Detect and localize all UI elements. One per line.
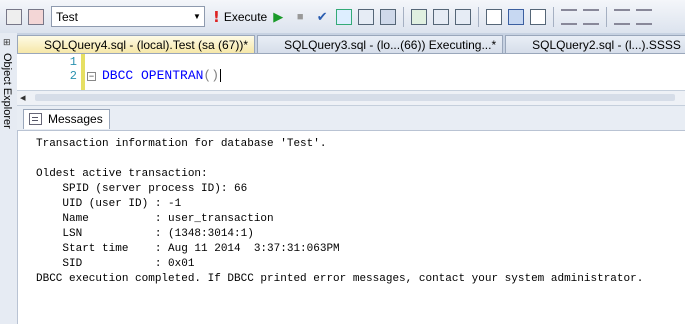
- messages-icon: [29, 113, 42, 125]
- editor-horizontal-scrollbar[interactable]: ◂: [17, 90, 685, 106]
- debug-icon[interactable]: ▶: [270, 9, 286, 25]
- message-line: SID : 0x01: [36, 258, 195, 270]
- message-line: DBCC execution completed. If DBCC printe…: [36, 273, 644, 285]
- tab-sqlquery4[interactable]: SQLQuery4.sql - (local).Test (sa (67))*: [17, 35, 256, 53]
- code-line[interactable]: DBCC OPENTRAN(): [102, 68, 222, 83]
- increase-indent-icon[interactable]: [636, 8, 653, 25]
- message-line: UID (user ID) : -1: [36, 198, 182, 210]
- change-tracking-bar: [81, 54, 85, 90]
- database-selected-value: Test: [56, 9, 79, 24]
- available-databases-dropdown[interactable]: Test ▼: [51, 6, 205, 27]
- message-line: Start time : Aug 11 2014 3:37:31:063PM: [36, 243, 340, 255]
- decrease-indent-icon[interactable]: [614, 8, 631, 25]
- chevron-down-icon: ▼: [193, 12, 201, 21]
- uncomment-lines-icon[interactable]: [583, 8, 600, 25]
- toolbar-separator: [478, 6, 480, 27]
- tab-messages[interactable]: Messages: [23, 109, 110, 129]
- message-line: SPID (server process ID): 66: [36, 183, 248, 195]
- toolbar-separator: [553, 6, 555, 27]
- message-line: LSN : (1348:3014:1): [36, 228, 254, 240]
- results-to-text-icon[interactable]: [486, 8, 503, 25]
- message-line: Transaction information for database 'Te…: [36, 138, 327, 150]
- execute-label: Execute: [223, 9, 268, 24]
- messages-tab-label: Messages: [48, 112, 103, 126]
- message-line: ​: [36, 152, 685, 167]
- execute-button[interactable]: ! Execute: [213, 6, 267, 28]
- client-statistics-icon[interactable]: [455, 8, 472, 25]
- comment-lines-icon[interactable]: [561, 8, 578, 25]
- results-tab-bar: Messages: [17, 106, 685, 131]
- document-tabs: SQLQuery4.sql - (local).Test (sa (67))* …: [17, 33, 685, 54]
- include-actual-plan-icon[interactable]: [411, 8, 428, 25]
- sql-keyword: DBCC OPENTRAN: [102, 68, 204, 83]
- line-number: 1: [69, 55, 77, 69]
- message-line: Oldest active transaction:: [36, 168, 208, 180]
- execute-icon: !: [213, 7, 220, 26]
- collapse-icon[interactable]: −: [87, 72, 96, 81]
- results-to-file-icon[interactable]: [530, 8, 547, 25]
- intellisense-icon[interactable]: [380, 8, 397, 25]
- sql-editor-toolbar: Test ▼ ! Execute ▶ ■ ✔: [0, 0, 685, 34]
- line-number: 2: [69, 69, 77, 83]
- tab-sqlquery3[interactable]: SQLQuery3.sql - (lo...(66)) Executing...…: [257, 35, 504, 53]
- messages-output[interactable]: Transaction information for database 'Te…: [36, 137, 685, 287]
- toolbar-separator: [606, 6, 608, 27]
- sql-parens: (): [203, 68, 220, 83]
- live-query-statistics-icon[interactable]: [433, 8, 450, 25]
- change-connection-icon[interactable]: [28, 8, 44, 25]
- toolbar-separator: [403, 6, 405, 27]
- scrollbar-thumb[interactable]: [35, 94, 675, 101]
- query-editor[interactable]: 1 2 − DBCC OPENTRAN(): [17, 54, 685, 90]
- cancel-query-icon[interactable]: ■: [292, 9, 308, 25]
- parse-icon[interactable]: ✔: [314, 9, 330, 25]
- connect-icon[interactable]: [6, 8, 22, 25]
- display-estimated-plan-icon[interactable]: [336, 8, 353, 25]
- text-caret: [220, 69, 222, 83]
- object-explorer-strip[interactable]: ⊞ Object Explorer: [0, 33, 18, 324]
- results-to-grid-icon[interactable]: [508, 8, 525, 25]
- chevron-left-icon[interactable]: ◂: [20, 91, 26, 105]
- pin-icon[interactable]: ⊞: [3, 37, 13, 47]
- message-line: Name : user_transaction: [36, 213, 274, 225]
- line-number-gutter: 1 2: [17, 54, 77, 90]
- object-explorer-label[interactable]: Object Explorer: [1, 53, 13, 129]
- tab-sqlquery2[interactable]: SQLQuery2.sql - (l...).SSSS (sa (65)): [505, 35, 685, 53]
- query-options-icon[interactable]: [358, 8, 375, 25]
